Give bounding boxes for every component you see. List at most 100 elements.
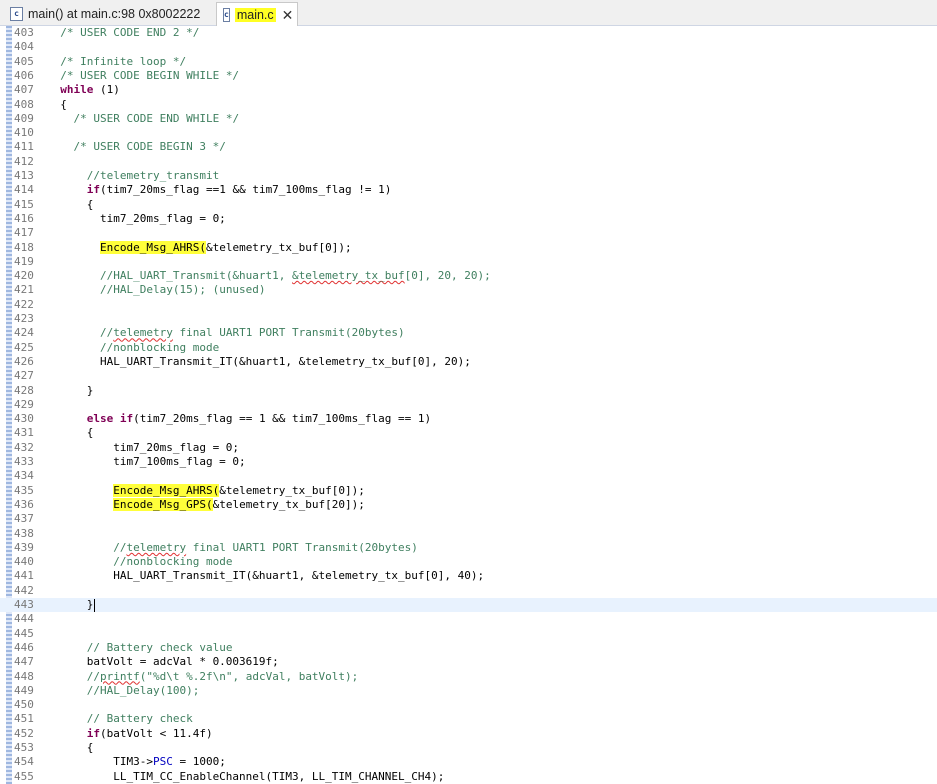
code-line[interactable]: 417 xyxy=(0,226,937,240)
code-line[interactable]: 413 //telemetry_transmit xyxy=(0,169,937,183)
line-number: 454 xyxy=(14,755,34,769)
code-line[interactable]: 455 LL_TIM_CC_EnableChannel(TIM3, LL_TIM… xyxy=(0,770,937,784)
code-token: = 1000; xyxy=(172,755,226,769)
code-line[interactable]: 438 xyxy=(0,527,937,541)
code-line[interactable]: 425 //nonblocking mode xyxy=(0,341,937,355)
code-line[interactable]: 446 // Battery check value xyxy=(0,641,937,655)
line-number: 432 xyxy=(14,440,34,454)
code-line[interactable]: 453 { xyxy=(0,741,937,755)
code-token: telemetry xyxy=(113,326,173,340)
code-line[interactable]: 415 { xyxy=(0,198,937,212)
line-number: 433 xyxy=(14,455,34,468)
code-line[interactable]: 444 xyxy=(0,612,937,626)
code-line[interactable]: 449 //HAL_Delay(100); xyxy=(0,684,937,698)
line-number: 440 xyxy=(14,555,34,569)
line-number: 451 xyxy=(14,712,34,726)
code-token: else if xyxy=(86,412,134,426)
code-line[interactable]: 437 xyxy=(0,512,937,526)
code-line[interactable]: 423 xyxy=(0,312,937,326)
code-text: while (1) xyxy=(47,83,120,97)
code-line[interactable]: 426 HAL_UART_Transmit_IT(&huart1, &telem… xyxy=(0,355,937,369)
code-token: /* USER CODE END WHILE */ xyxy=(73,111,240,125)
code-line[interactable]: 448 //printf("%d\t %.2f\n", adcVal, batV… xyxy=(0,670,937,684)
line-number: 447 xyxy=(14,655,34,669)
line-number: 428 xyxy=(14,383,34,397)
code-editor[interactable]: 403 /* USER CODE END 2 */404 405 /* Infin… xyxy=(0,26,937,784)
code-line[interactable]: 436 Encode_Msg_GPS(&telemetry_tx_buf[20]… xyxy=(0,497,937,512)
code-line[interactable]: 434 xyxy=(0,469,937,483)
code-line[interactable]: 443 } xyxy=(0,598,937,613)
line-number: 455 xyxy=(14,769,34,783)
code-line[interactable]: 431 { xyxy=(0,426,937,440)
code-token: } xyxy=(47,383,94,397)
code-line[interactable]: 445 xyxy=(0,627,937,641)
code-line[interactable]: 435 Encode_Msg_AHRS(&telemetry_tx_buf[0]… xyxy=(0,483,937,498)
code-line[interactable]: 430 else if(tim7_20ms_flag == 1 && tim7_… xyxy=(0,412,937,426)
code-line[interactable]: 432 tim7_20ms_flag = 0; xyxy=(0,441,937,455)
code-line[interactable]: 403 /* USER CODE END 2 */ xyxy=(0,26,937,40)
code-token: { xyxy=(47,97,67,111)
close-icon[interactable]: ✕ xyxy=(282,8,294,22)
code-line[interactable]: 418 Encode_Msg_AHRS(&telemetry_tx_buf[0]… xyxy=(0,240,937,255)
code-line[interactable]: 439 //telemetry final UART1 PORT Transmi… xyxy=(0,541,937,555)
line-number: 413 xyxy=(14,169,34,182)
line-number: 443 xyxy=(14,598,34,611)
code-line[interactable]: 406 /* USER CODE BEGIN WHILE */ xyxy=(0,69,937,83)
code-line[interactable]: 409 /* USER CODE END WHILE */ xyxy=(0,112,937,126)
code-text: /* USER CODE END 2 */ xyxy=(47,26,199,40)
line-number: 429 xyxy=(14,397,34,411)
code-line[interactable]: 412 xyxy=(0,155,937,169)
code-line[interactable]: 404 xyxy=(0,40,937,54)
highlighted-token: Encode_Msg_AHRS( xyxy=(99,240,206,254)
line-number: 416 xyxy=(14,211,34,225)
code-line[interactable]: 454 TIM3->PSC = 1000; xyxy=(0,755,937,769)
code-line[interactable]: 407 while (1) xyxy=(0,83,937,97)
code-token: //telemetry_transmit xyxy=(86,169,220,182)
code-line[interactable]: 452 if(batVolt < 11.4f) xyxy=(0,727,937,741)
code-line[interactable]: 405 /* Infinite loop */ xyxy=(0,55,937,69)
code-line[interactable]: 442 xyxy=(0,584,937,598)
code-line[interactable]: 416 tim7_20ms_flag = 0; xyxy=(0,212,937,226)
code-token: /* USER CODE END 2 */ xyxy=(60,26,200,39)
code-line[interactable]: 440 //nonblocking mode xyxy=(0,555,937,569)
code-line[interactable]: 414 if(tim7_20ms_flag ==1 && tim7_100ms_… xyxy=(0,183,937,197)
line-number: 439 xyxy=(14,540,34,554)
code-text: } xyxy=(47,383,94,398)
code-line[interactable]: 427 xyxy=(0,369,937,383)
code-line[interactable]: 428 } xyxy=(0,384,937,398)
code-line[interactable]: 421 //HAL_Delay(15); (unused) xyxy=(0,283,937,297)
code-line[interactable]: 420 //HAL_UART_Transmit(&huart1, &teleme… xyxy=(0,269,937,283)
code-token: final UART1 PORT Transmit(20bytes) xyxy=(172,326,405,340)
code-text: /* USER CODE BEGIN 3 */ xyxy=(47,140,226,154)
code-token: { xyxy=(47,197,94,211)
code-token: ("%d\t %.2f\n", adcVal, batVolt); xyxy=(139,669,359,683)
code-line[interactable]: 451 // Battery check xyxy=(0,712,937,726)
code-line[interactable]: 429 xyxy=(0,398,937,412)
code-line[interactable]: 447 batVolt = adcVal * 0.003619f; xyxy=(0,655,937,669)
code-line[interactable]: 433 tim7_100ms_flag = 0; xyxy=(0,455,937,469)
code-token: tim7_100ms_flag = 0; xyxy=(47,455,246,468)
tab-main-c[interactable]: c main.c ✕ xyxy=(216,2,298,26)
code-token: TIM3-> xyxy=(47,755,153,769)
code-line[interactable]: 410 xyxy=(0,126,937,140)
code-line[interactable]: 450 xyxy=(0,698,937,712)
code-line[interactable]: 422 xyxy=(0,298,937,312)
code-text: tim7_20ms_flag = 0; xyxy=(47,441,239,455)
line-number: 418 xyxy=(14,240,34,254)
code-line[interactable]: 411 /* USER CODE BEGIN 3 */ xyxy=(0,140,937,154)
code-line[interactable]: 424 //telemetry final UART1 PORT Transmi… xyxy=(0,326,937,340)
code-line[interactable]: 441 HAL_UART_Transmit_IT(&huart1, &telem… xyxy=(0,569,937,583)
tab-disassembly-main[interactable]: c main() at main.c:98 0x8002222 xyxy=(4,3,216,25)
highlighted-token: Encode_Msg_GPS( xyxy=(113,497,213,511)
line-number: 442 xyxy=(14,583,34,597)
line-number: 411 xyxy=(14,140,34,154)
code-line[interactable]: 408 { xyxy=(0,98,937,112)
code-line[interactable]: 419 xyxy=(0,255,937,269)
